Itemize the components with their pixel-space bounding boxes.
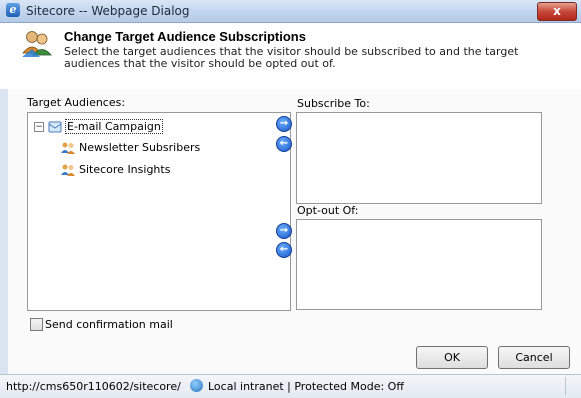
security-zone: Local intranet | Protected Mode: Off <box>208 380 404 393</box>
tree-node-newsletter[interactable]: Newsletter Subsribers <box>61 141 200 154</box>
arrow-right-icon[interactable]: → <box>276 116 292 132</box>
status-divider <box>565 377 566 395</box>
tree-node-email-campaign[interactable]: − E-mail Campaign <box>34 119 163 134</box>
dialog-header: Change Target Audience Subscriptions Sel… <box>0 23 581 90</box>
arrow-left-icon[interactable]: ← <box>276 242 292 258</box>
cancel-button[interactable]: Cancel <box>498 346 570 369</box>
title-bar: e Sitecore -- Webpage Dialog x <box>0 0 581 23</box>
send-confirmation-checkbox[interactable] <box>30 318 43 331</box>
opt-out-of-list[interactable] <box>296 219 542 310</box>
users-icon <box>22 31 52 57</box>
ok-button[interactable]: OK <box>416 346 488 369</box>
status-url: http://cms650r110602/sitecore/ <box>6 380 181 393</box>
tree-node-label[interactable]: E-mail Campaign <box>65 119 163 134</box>
dialog-title: Change Target Audience Subscriptions <box>64 29 306 44</box>
audience-icon <box>61 164 75 176</box>
arrow-right-icon[interactable]: → <box>276 223 292 239</box>
globe-icon <box>190 379 203 392</box>
ie-icon: e <box>6 3 20 17</box>
dialog-description: Select the target audiences that the vis… <box>64 45 519 70</box>
tree-node-sitecore-insights[interactable]: Sitecore Insights <box>61 163 170 176</box>
subscribe-to-label: Subscribe To: <box>297 97 370 110</box>
campaign-folder-icon <box>48 121 62 133</box>
arrow-left-icon[interactable]: ← <box>276 136 292 152</box>
send-confirmation-label[interactable]: Send confirmation mail <box>45 318 173 331</box>
subscribe-to-list[interactable] <box>296 112 542 204</box>
status-bar: http://cms650r110602/sitecore/ Local int… <box>0 374 581 398</box>
target-audiences-label: Target Audiences: <box>27 96 126 109</box>
tree-node-label[interactable]: Sitecore Insights <box>79 163 170 176</box>
tree-node-label[interactable]: Newsletter Subsribers <box>79 141 200 154</box>
target-audiences-tree[interactable]: − E-mail Campaign Newsletter Subsribers … <box>27 112 291 311</box>
close-button[interactable]: x <box>537 2 577 21</box>
collapse-icon[interactable]: − <box>34 121 44 132</box>
left-accent-bar <box>0 89 8 374</box>
audience-icon <box>61 142 75 154</box>
opt-out-of-label: Opt-out Of: <box>297 204 359 217</box>
window-title: Sitecore -- Webpage Dialog <box>26 4 190 18</box>
